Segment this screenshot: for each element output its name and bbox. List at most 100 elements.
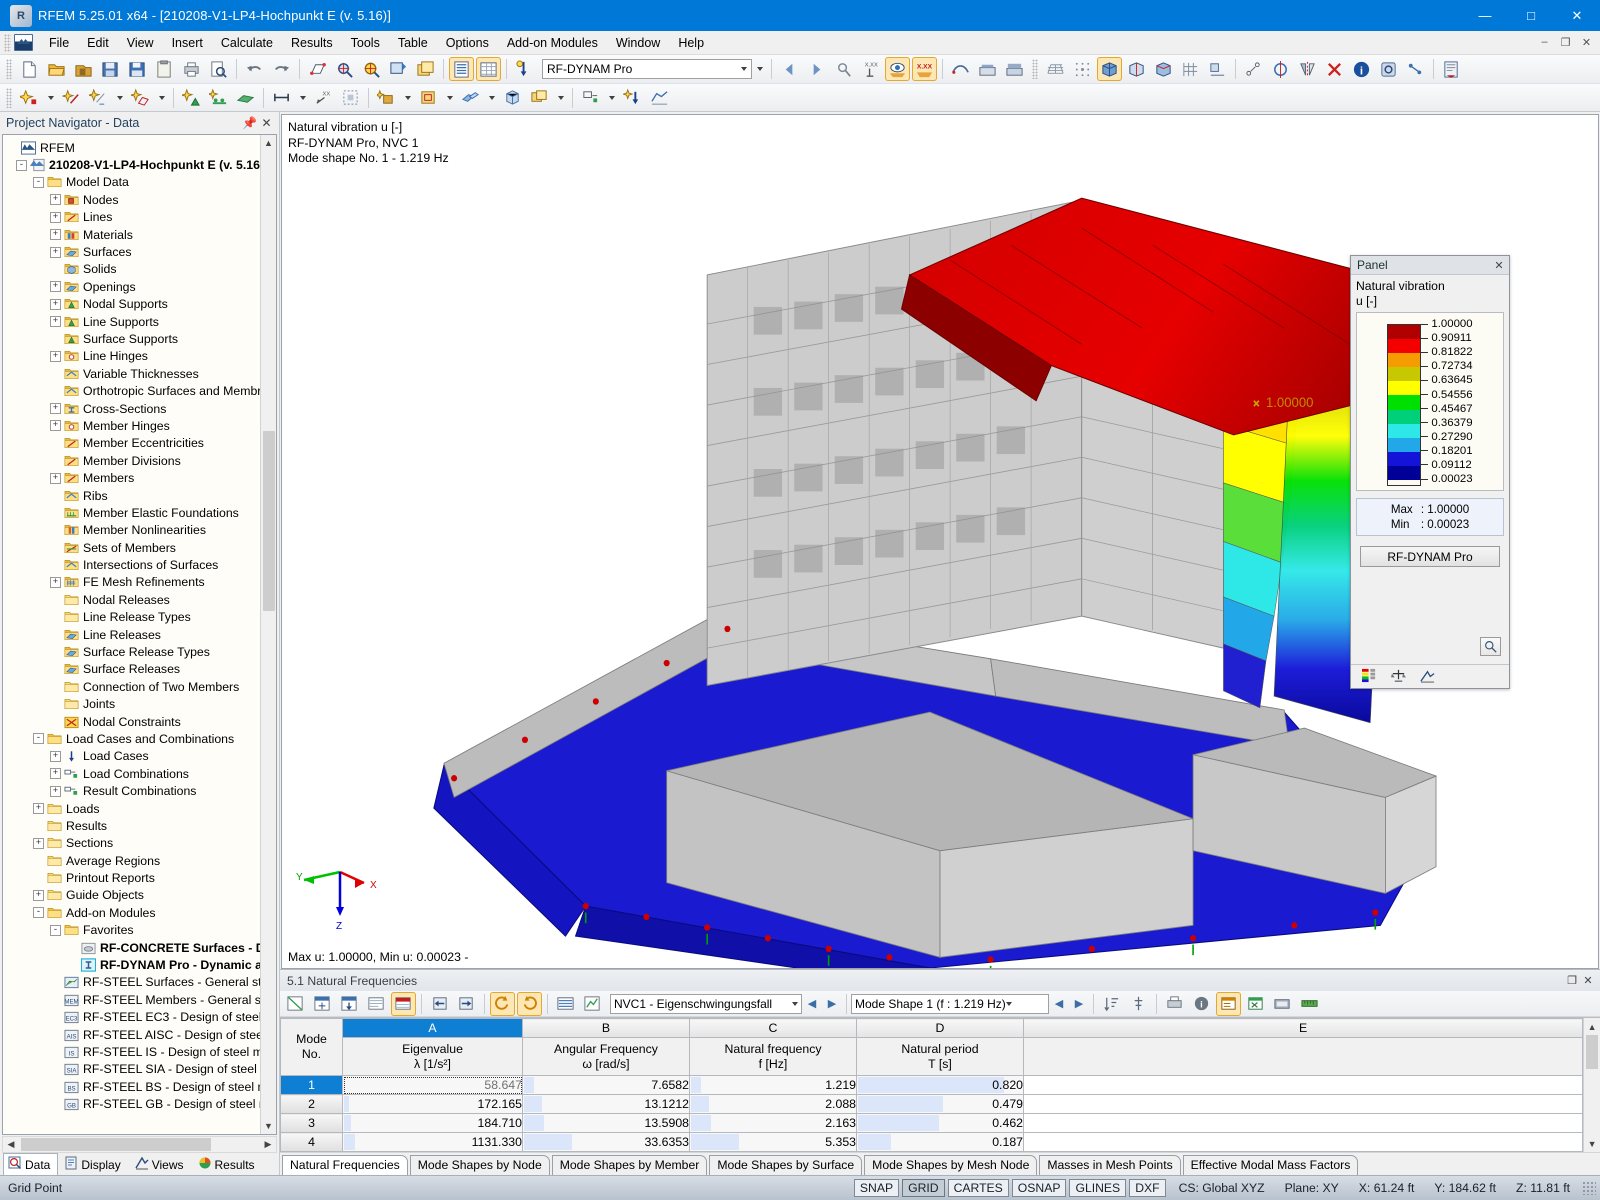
rotate-icon[interactable] <box>1268 57 1293 81</box>
solid-icon[interactable] <box>500 86 525 110</box>
cell-eigenvalue[interactable]: 172.165 <box>343 1095 523 1114</box>
column-header-C[interactable]: C <box>690 1019 857 1038</box>
table-row[interactable]: 3184.71013.59082.1630.462 <box>281 1114 1583 1133</box>
table-chart-icon[interactable] <box>580 992 605 1016</box>
cell-eigenvalue[interactable]: 1131.330 <box>343 1133 523 1152</box>
solid-model-icon[interactable] <box>1151 57 1176 81</box>
scroll-up-icon[interactable]: ▲ <box>261 135 277 151</box>
extrude-dropdown-icon[interactable] <box>485 86 498 110</box>
tree-item-rfem[interactable]: RFEM <box>7 139 260 156</box>
zoom-selection-icon[interactable] <box>386 57 411 81</box>
tree-item-model-data[interactable]: -Model Data <box>7 174 260 191</box>
fe-mesh-icon[interactable] <box>1043 57 1068 81</box>
table-edit-icon[interactable] <box>283 992 308 1016</box>
table-units-icon[interactable] <box>1126 992 1151 1016</box>
table-row[interactable]: 41131.33033.63535.3530.187 <box>281 1133 1583 1152</box>
dimension-icon[interactable] <box>269 86 294 110</box>
copy-object-icon[interactable] <box>374 86 399 110</box>
tree-item-sets-of-members[interactable]: Sets of Members <box>7 539 260 556</box>
mesh-generate-icon[interactable] <box>647 86 672 110</box>
load-generate-dropdown-icon[interactable] <box>605 86 618 110</box>
menu-item-help[interactable]: Help <box>669 33 713 53</box>
zoom-window-icon[interactable] <box>332 57 357 81</box>
mdi-close-button[interactable]: ✕ <box>1577 33 1596 51</box>
result-values-icon[interactable]: X.XX <box>912 57 937 81</box>
tree-item-connection-of-two-members[interactable]: Connection of Two Members <box>7 678 260 695</box>
sheet-tab-masses-in-mesh-points[interactable]: Masses in Mesh Points <box>1039 1155 1180 1175</box>
table-undo-icon[interactable] <box>490 992 515 1016</box>
nodal-load-icon[interactable] <box>620 86 645 110</box>
color-scale-tab-icon[interactable] <box>1361 668 1378 686</box>
section-cut-icon[interactable] <box>1205 57 1230 81</box>
tree-expander[interactable]: + <box>50 299 61 310</box>
load-table-icon[interactable] <box>975 57 1000 81</box>
previous-case-button[interactable]: ◀ <box>802 994 822 1014</box>
column-header-D[interactable]: D <box>857 1019 1024 1038</box>
new-line-type-icon[interactable] <box>86 86 111 110</box>
tree-item-member-divisions[interactable]: Member Divisions <box>7 452 260 469</box>
menu-item-table[interactable]: Table <box>389 33 437 53</box>
tree-item-rf-steel-aisc-design-of-steel-m[interactable]: AISRF-STEEL AISC - Design of steel m <box>7 1026 260 1043</box>
cell-angular[interactable]: 7.6582 <box>523 1076 690 1095</box>
column-header-A[interactable]: A <box>343 1019 523 1038</box>
tree-item-member-elastic-foundations[interactable]: Member Elastic Foundations <box>7 504 260 521</box>
status-toggle-cartes[interactable]: CARTES <box>948 1179 1009 1197</box>
tree-item-fe-mesh-refinements[interactable]: +FE Mesh Refinements <box>7 574 260 591</box>
sheet-tab-mode-shapes-by-mesh-node[interactable]: Mode Shapes by Mesh Node <box>864 1155 1037 1175</box>
tree-item-rf-dynam-pro-dynamic-an[interactable]: RF-DYNAM Pro - Dynamic an <box>7 956 260 973</box>
new-surface-dropdown-icon[interactable] <box>155 86 168 110</box>
table-previous-page-icon[interactable] <box>427 992 452 1016</box>
tree-item-lines[interactable]: +Lines <box>7 209 260 226</box>
selection-box-icon[interactable] <box>338 86 363 110</box>
maximize-button[interactable]: □ <box>1508 0 1554 31</box>
dimension-dropdown-icon[interactable] <box>296 86 309 110</box>
new-node-dropdown-icon[interactable] <box>44 86 57 110</box>
column-header-B[interactable]: B <box>523 1019 690 1038</box>
next-case-button[interactable]: ▶ <box>822 994 842 1014</box>
load-table-2-icon[interactable] <box>1002 57 1027 81</box>
save-all-icon[interactable] <box>98 57 123 81</box>
tree-expander[interactable]: + <box>33 838 44 849</box>
new-line-icon[interactable] <box>59 86 84 110</box>
menu-item-insert[interactable]: Insert <box>163 33 212 53</box>
cell-period[interactable]: 0.187 <box>857 1133 1024 1152</box>
new-nodal-support-icon[interactable] <box>179 86 204 110</box>
hscroll-thumb[interactable] <box>21 1138 211 1151</box>
cell-angular[interactable]: 33.6353 <box>523 1133 690 1152</box>
menu-item-add-on-modules[interactable]: Add-on Modules <box>498 33 607 53</box>
tree-item-rf-steel-bs-design-of-steel-mem[interactable]: BSRF-STEEL BS - Design of steel mem <box>7 1078 260 1095</box>
numeric-values-icon[interactable]: X.XX <box>858 57 883 81</box>
load-case-combo[interactable]: RF-DYNAM Pro <box>542 59 752 79</box>
tree-item-rf-concrete-surfaces-des[interactable]: RF-CONCRETE Surfaces - Des <box>7 939 260 956</box>
load-case-select[interactable]: NVC1 - Eigenschwingungsfall <box>610 994 802 1014</box>
tree-expander[interactable]: + <box>50 212 61 223</box>
cell-period[interactable]: 0.479 <box>857 1095 1024 1114</box>
scroll-thumb[interactable] <box>263 431 275 611</box>
tree-expander[interactable]: - <box>33 733 44 744</box>
grid-display-icon[interactable] <box>1178 57 1203 81</box>
row-header[interactable]: 1 <box>281 1076 343 1095</box>
rf-dynam-pro-button[interactable]: RF-DYNAM Pro <box>1360 546 1500 567</box>
table-view-mode-icon[interactable] <box>1270 992 1295 1016</box>
mode-shape-select[interactable]: Mode Shape 1 (f : 1.219 Hz) <box>851 994 1049 1014</box>
status-toggle-snap[interactable]: SNAP <box>854 1179 899 1197</box>
table-pin-icon[interactable]: ❐ <box>1564 974 1580 987</box>
tree-item-line-releases[interactable]: Line Releases <box>7 626 260 643</box>
settings-icon[interactable] <box>1376 57 1401 81</box>
tree-expander[interactable]: + <box>50 751 61 762</box>
new-window-icon[interactable] <box>413 57 438 81</box>
tree-item-line-supports[interactable]: +Line Supports <box>7 313 260 330</box>
scroll-left-icon[interactable]: ◀ <box>3 1139 19 1150</box>
delete-icon[interactable] <box>1322 57 1347 81</box>
tree-item-rf-steel-is-design-of-steel-mem[interactable]: ISRF-STEEL IS - Design of steel mem <box>7 1043 260 1060</box>
column-header-E[interactable]: E <box>1024 1019 1583 1038</box>
tree-item-nodal-constraints[interactable]: Nodal Constraints <box>7 713 260 730</box>
print-preview-icon[interactable] <box>206 57 231 81</box>
scroll-thumb[interactable] <box>1586 1035 1598 1069</box>
render-model-icon[interactable] <box>1097 57 1122 81</box>
next-mode-button[interactable]: ▶ <box>1069 994 1089 1014</box>
tree-expander[interactable]: - <box>16 160 27 171</box>
mdi-minimize-button[interactable]: – <box>1535 33 1554 51</box>
tree-item-loads[interactable]: +Loads <box>7 800 260 817</box>
table-vertical-scrollbar[interactable]: ▲ ▼ <box>1583 1018 1600 1152</box>
